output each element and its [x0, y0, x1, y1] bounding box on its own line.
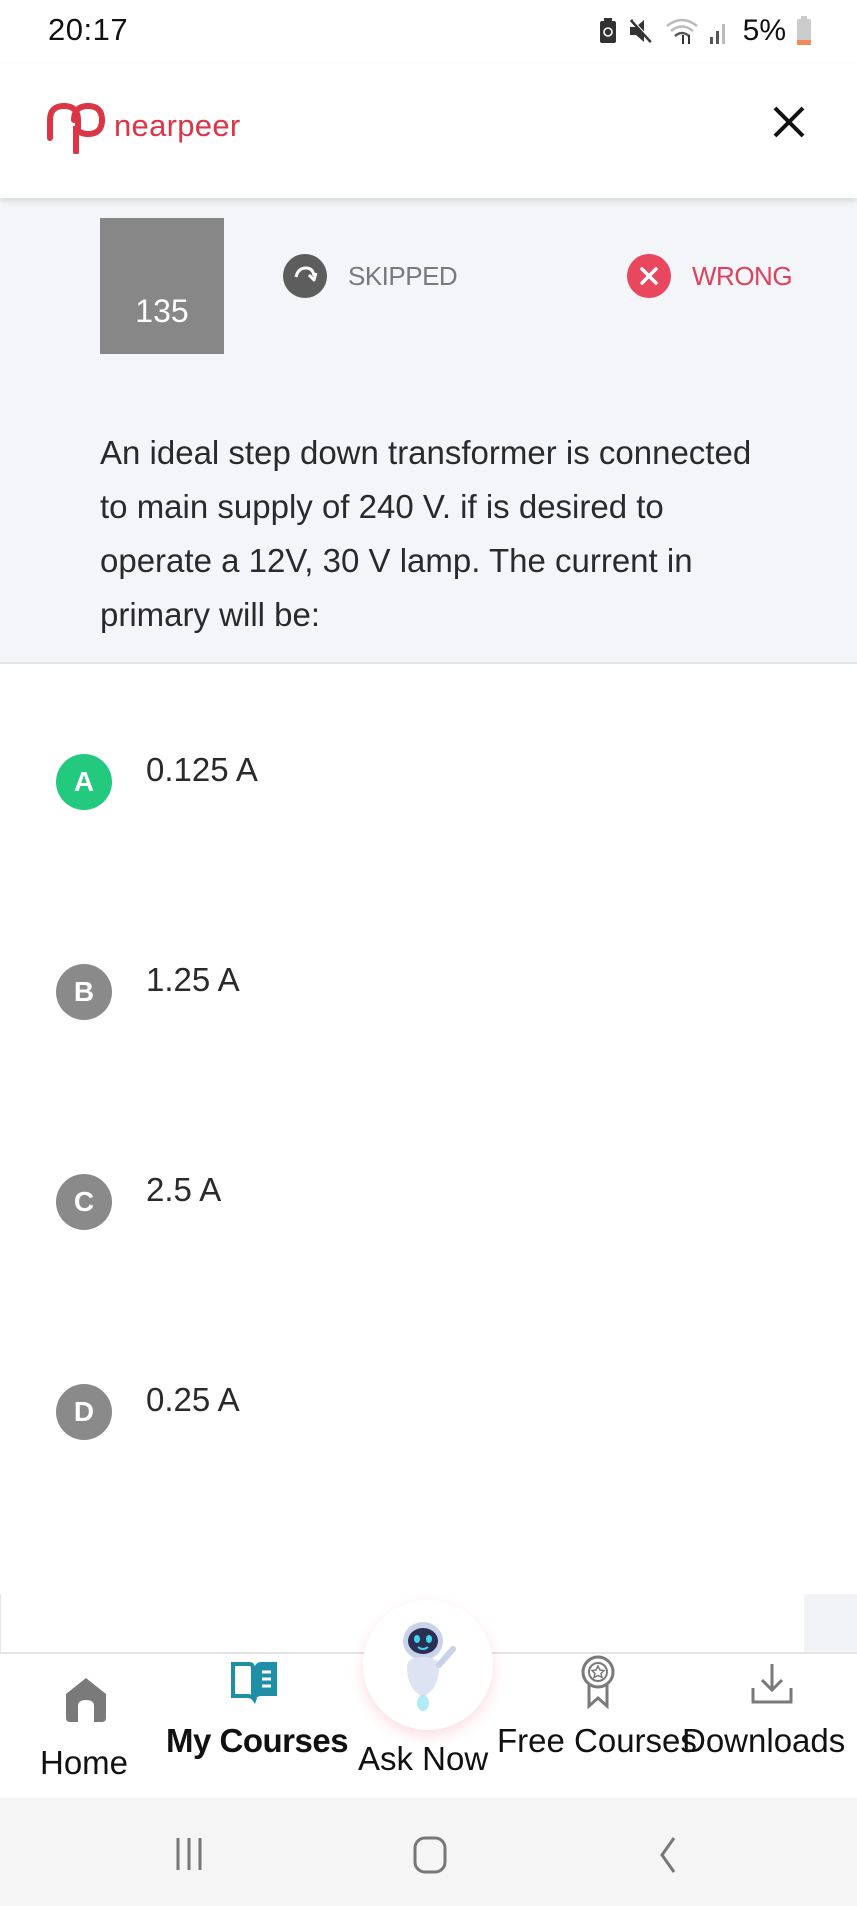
- brand-name: nearpeer: [114, 108, 241, 143]
- back-button[interactable]: [656, 1836, 680, 1879]
- wifi-icon: [665, 18, 698, 44]
- question-number-box: 135: [100, 218, 224, 354]
- option-d[interactable]: D 0.25 A: [56, 1378, 240, 1440]
- nav-label: My Courses: [166, 1722, 349, 1759]
- option-text: 2.5 A: [146, 1171, 222, 1208]
- close-button[interactable]: [769, 102, 809, 142]
- nearpeer-logo[interactable]: nearpeer: [44, 98, 241, 154]
- home-circle-icon: [413, 1836, 447, 1874]
- question-text: An ideal step down transformer is connec…: [100, 434, 752, 633]
- download-icon: [751, 1664, 793, 1704]
- skipped-label: SKIPPED: [348, 260, 458, 291]
- option-a[interactable]: A 0.125 A: [56, 748, 258, 810]
- option-b[interactable]: B 1.25 A: [56, 958, 240, 1020]
- option-letter: A: [56, 754, 112, 810]
- option-letter: B: [56, 964, 112, 1020]
- bottom-nav: Home My Courses Ask Now Free Courses Dow…: [0, 1600, 857, 1798]
- recents-button[interactable]: [172, 1836, 208, 1877]
- option-text: 0.125 A: [146, 751, 258, 788]
- home-icon: [66, 1678, 106, 1722]
- wrong-icon: [627, 254, 671, 298]
- system-home-button[interactable]: [412, 1836, 448, 1879]
- option-letter: C: [56, 1174, 112, 1230]
- award-icon: [581, 1655, 615, 1710]
- signal-icon: [709, 24, 725, 44]
- option-letter: D: [56, 1384, 112, 1440]
- bottom-panel-edge: [804, 1594, 857, 1654]
- app-header: nearpeer: [0, 64, 857, 198]
- system-nav-bar: [0, 1798, 857, 1906]
- nearpeer-logo-icon: [47, 102, 106, 154]
- robot-icon: [403, 1622, 456, 1711]
- status-bar: 20:17 5%: [0, 0, 857, 64]
- skipped-badge: SKIPPED: [283, 254, 458, 298]
- back-icon: [660, 1837, 676, 1873]
- nav-label: Ask Now: [358, 1740, 489, 1777]
- question-number: 135: [135, 293, 189, 329]
- nav-label: Free Courses: [497, 1722, 697, 1759]
- book-icon: [231, 1662, 277, 1704]
- mute-icon: [629, 18, 654, 44]
- battery-saver-icon: [599, 18, 616, 43]
- option-c[interactable]: C 2.5 A: [56, 1168, 221, 1230]
- nav-label: Downloads: [682, 1722, 846, 1759]
- question-area: 135 SKIPPED WRONG An ideal step down tra…: [0, 198, 857, 664]
- status-time: 20:17: [48, 12, 129, 47]
- skip-icon: [283, 254, 327, 298]
- nav-label: Home: [40, 1744, 129, 1781]
- status-icons: 5%: [599, 14, 812, 48]
- option-text: 0.25 A: [146, 1381, 240, 1418]
- recents-icon: [176, 1838, 202, 1870]
- option-text: 1.25 A: [146, 961, 240, 998]
- wrong-label: WRONG: [692, 260, 793, 291]
- battery-icon: [797, 16, 811, 45]
- wrong-badge: WRONG: [627, 254, 793, 298]
- battery-percent: 5%: [742, 14, 786, 47]
- close-icon: [773, 106, 805, 138]
